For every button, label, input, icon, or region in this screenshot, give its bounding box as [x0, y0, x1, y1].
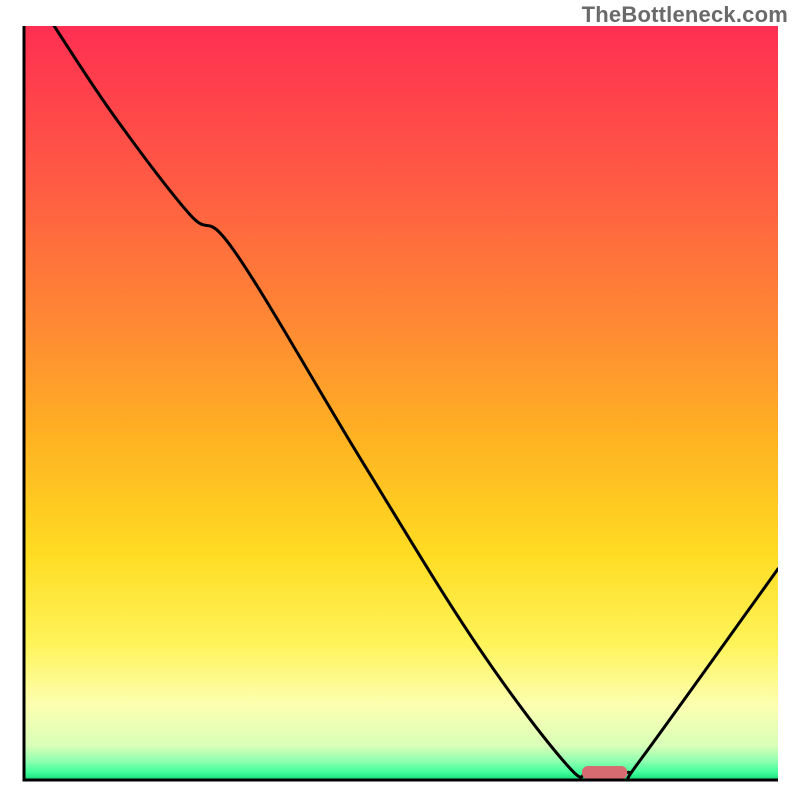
optimal-marker [582, 766, 627, 779]
bottleneck-chart [0, 0, 800, 800]
gradient-background [24, 26, 778, 780]
watermark-label: TheBottleneck.com [582, 2, 788, 28]
chart-container: TheBottleneck.com [0, 0, 800, 800]
